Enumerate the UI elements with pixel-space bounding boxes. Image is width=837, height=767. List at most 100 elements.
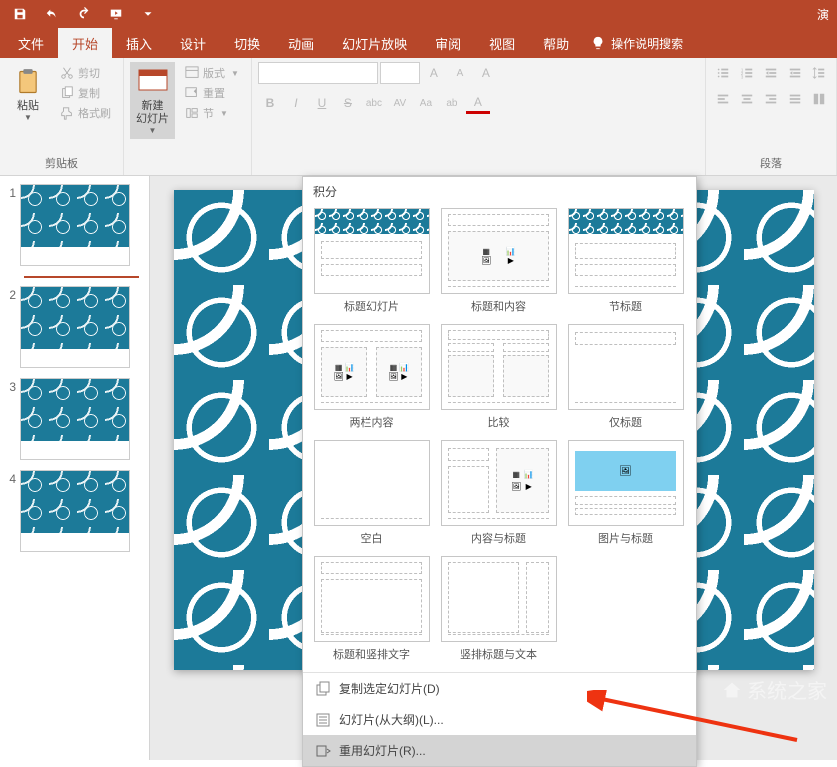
tab-slideshow[interactable]: 幻灯片放映	[328, 28, 421, 58]
layout-thumb: ▦📊🖼▶	[441, 440, 557, 526]
layout-label: 竖排标题与文本	[460, 646, 537, 662]
layout-thumb	[568, 324, 684, 410]
tab-review[interactable]: 审阅	[421, 28, 475, 58]
layout-thumb: ▦📊🖼▶	[441, 208, 557, 294]
slide-thumbnail-4[interactable]	[20, 470, 130, 552]
tell-me-search[interactable]: 操作说明搜索	[591, 28, 683, 58]
cut-button[interactable]: 剪切	[56, 64, 115, 82]
tab-design[interactable]: 设计	[166, 28, 220, 58]
layout-title-content[interactable]: ▦📊🖼▶标题和内容	[438, 206, 559, 316]
grow-font-button[interactable]: A	[422, 62, 446, 84]
group-label-clipboard: 剪贴板	[6, 153, 117, 173]
layout-blank[interactable]: 空白	[311, 438, 432, 548]
watermark: 系统之家	[721, 675, 827, 704]
tab-transitions[interactable]: 切换	[220, 28, 274, 58]
shadow-button[interactable]: abc	[362, 92, 386, 114]
tab-view[interactable]: 视图	[475, 28, 529, 58]
layout-picture-caption[interactable]: 图片与标题	[565, 438, 686, 548]
slide-thumbnail-1[interactable]	[20, 184, 130, 266]
layout-title-only[interactable]: 仅标题	[565, 322, 686, 432]
menu-slides-from-outline[interactable]: 幻灯片(从大纲)(L)...	[303, 704, 696, 735]
workspace: 1 2 3 4 积分 标题幻灯片▦📊🖼▶标题和内容节标题 ▦📊🖼▶▦📊🖼▶两栏内容…	[0, 176, 837, 760]
menu-duplicate-slides[interactable]: 复制选定幻灯片(D)	[303, 673, 696, 704]
slide-thumbnail-panel[interactable]: 1 2 3 4	[0, 176, 150, 760]
slide-thumb[interactable]: 4	[4, 470, 145, 552]
underline-button[interactable]: U	[310, 92, 334, 114]
ribbon: 粘贴 ▼ 剪切 复制 格式刷 剪贴板 新建 幻灯片 ▼ 版式▼ 重置 节▼	[0, 58, 837, 176]
slide-thumb[interactable]: 2	[4, 286, 145, 368]
tab-animations[interactable]: 动画	[274, 28, 328, 58]
window-title: 演	[817, 6, 829, 23]
justify-button[interactable]	[784, 88, 806, 110]
layout-vertical-title[interactable]: 竖排标题与文本	[438, 554, 559, 664]
layout-thumb: ▦📊🖼▶▦📊🖼▶	[314, 324, 430, 410]
gallery-theme-name: 积分	[303, 177, 696, 204]
layout-label: 内容与标题	[471, 530, 526, 546]
layout-button[interactable]: 版式▼	[181, 64, 243, 82]
qat-more[interactable]	[136, 2, 160, 26]
layout-label: 比较	[488, 414, 510, 430]
numbering-button[interactable]: 123	[736, 62, 758, 84]
reset-button[interactable]: 重置	[181, 84, 243, 102]
clear-formatting-button[interactable]: A	[474, 62, 498, 84]
layout-thumb	[568, 440, 684, 526]
slide-editor[interactable]: 积分 标题幻灯片▦📊🖼▶标题和内容节标题▦📊🖼▶▦📊🖼▶两栏内容比较仅标题空白▦…	[150, 176, 837, 760]
slide-thumbnail-3[interactable]	[20, 378, 130, 460]
strike-button[interactable]: S	[336, 92, 360, 114]
align-right-button[interactable]	[760, 88, 782, 110]
font-size-input[interactable]	[380, 62, 420, 84]
italic-button[interactable]: I	[284, 92, 308, 114]
tab-home[interactable]: 开始	[58, 28, 112, 58]
layout-thumb	[314, 440, 430, 526]
group-label-slides	[130, 157, 245, 173]
tab-help[interactable]: 帮助	[529, 28, 583, 58]
font-color-button[interactable]: A	[466, 92, 490, 114]
tab-insert[interactable]: 插入	[112, 28, 166, 58]
chevron-down-icon: ▼	[24, 113, 32, 122]
group-slides: 新建 幻灯片 ▼ 版式▼ 重置 节▼	[124, 58, 252, 175]
increase-indent-button[interactable]	[784, 62, 806, 84]
change-case-button[interactable]: Aa	[414, 92, 438, 114]
section-button[interactable]: 节▼	[181, 104, 243, 122]
shrink-font-button[interactable]: A	[448, 62, 472, 84]
qat-start-slideshow[interactable]	[104, 2, 128, 26]
lightbulb-icon	[591, 36, 605, 50]
align-center-button[interactable]	[736, 88, 758, 110]
qat-redo[interactable]	[72, 2, 96, 26]
layout-label: 仅标题	[609, 414, 642, 430]
copy-button[interactable]: 复制	[56, 84, 115, 102]
bullets-button[interactable]	[712, 62, 734, 84]
slide-thumbnail-2[interactable]	[20, 286, 130, 368]
group-font: A A A B I U S abc AV Aa ab A	[252, 58, 706, 175]
layout-thumb	[441, 556, 557, 642]
qat-undo[interactable]	[40, 2, 64, 26]
slide-thumb[interactable]: 3	[4, 378, 145, 460]
group-clipboard: 粘贴 ▼ 剪切 复制 格式刷 剪贴板	[0, 58, 124, 175]
columns-button[interactable]	[808, 88, 830, 110]
menu-reuse-slides[interactable]: 重用幻灯片(R)...	[303, 735, 696, 766]
tab-file[interactable]: 文件	[4, 28, 58, 58]
layout-content-caption[interactable]: ▦📊🖼▶ 内容与标题	[438, 438, 559, 548]
layout-comparison[interactable]: 比较	[438, 322, 559, 432]
layout-title-vertical[interactable]: 标题和竖排文字	[311, 554, 432, 664]
qat-save[interactable]	[8, 2, 32, 26]
slide-thumb[interactable]: 1	[4, 184, 145, 266]
char-spacing-button[interactable]: AV	[388, 92, 412, 114]
layout-section[interactable]: 节标题	[565, 206, 686, 316]
line-spacing-button[interactable]	[808, 62, 830, 84]
new-slide-button[interactable]: 新建 幻灯片 ▼	[130, 62, 175, 139]
layout-title[interactable]: 标题幻灯片	[311, 206, 432, 316]
format-painter-button[interactable]: 格式刷	[56, 104, 115, 122]
layout-thumb	[314, 208, 430, 294]
decrease-indent-button[interactable]	[760, 62, 782, 84]
new-slide-icon	[137, 66, 169, 98]
group-paragraph: 123 段落	[706, 58, 837, 175]
highlight-button[interactable]: ab	[440, 92, 464, 114]
clipboard-icon	[12, 66, 44, 98]
bold-button[interactable]: B	[258, 92, 282, 114]
layout-two-content[interactable]: ▦📊🖼▶▦📊🖼▶两栏内容	[311, 322, 432, 432]
font-name-input[interactable]	[258, 62, 378, 84]
paste-button[interactable]: 粘贴 ▼	[6, 62, 50, 126]
align-left-button[interactable]	[712, 88, 734, 110]
layout-thumb	[314, 556, 430, 642]
